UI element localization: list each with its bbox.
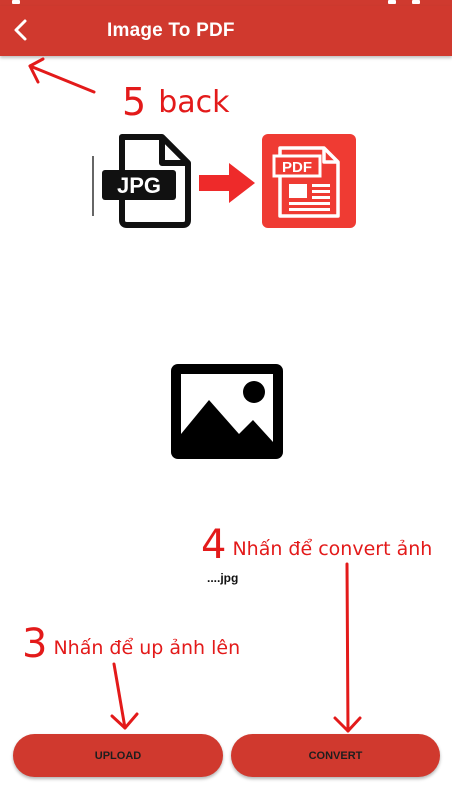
upload-annotation-arrow <box>110 662 139 730</box>
annotation-text: Nhấn để up ảnh lên <box>53 637 241 659</box>
annotation-upload: 3 Nhấn để up ảnh lên <box>22 621 240 667</box>
chevron-left-icon <box>14 19 27 41</box>
convert-annotation-arrow <box>333 562 362 733</box>
annotation-number: 3 <box>22 621 48 667</box>
right-arrow-icon <box>199 163 255 203</box>
upload-button[interactable]: UPLOAD <box>13 734 223 777</box>
annotation-back: 5 back <box>122 80 229 124</box>
annotation-number: 5 <box>122 80 147 124</box>
convert-button[interactable]: CONVERT <box>231 734 440 777</box>
page-title: Image To PDF <box>107 20 235 41</box>
back-button[interactable] <box>4 10 40 50</box>
pdf-label: PDF <box>282 159 312 176</box>
annotation-text: back <box>158 85 230 120</box>
image-placeholder-icon <box>171 364 283 459</box>
file-name-label: ....jpg <box>207 571 239 585</box>
jpg-label: JPG <box>117 173 161 198</box>
status-icon <box>12 0 20 4</box>
status-icon <box>388 0 396 4</box>
annotation-text: Nhấn để convert ảnh <box>232 538 433 560</box>
pdf-file-icon: PDF <box>262 134 356 228</box>
app-bar: Image To PDF <box>0 6 452 56</box>
annotation-convert: 4 Nhấn để convert ảnh <box>201 522 432 568</box>
annotation-number: 4 <box>201 522 227 568</box>
jpg-file-icon: JPG <box>92 134 191 228</box>
back-annotation-arrow <box>28 57 96 94</box>
status-icon <box>412 0 420 4</box>
